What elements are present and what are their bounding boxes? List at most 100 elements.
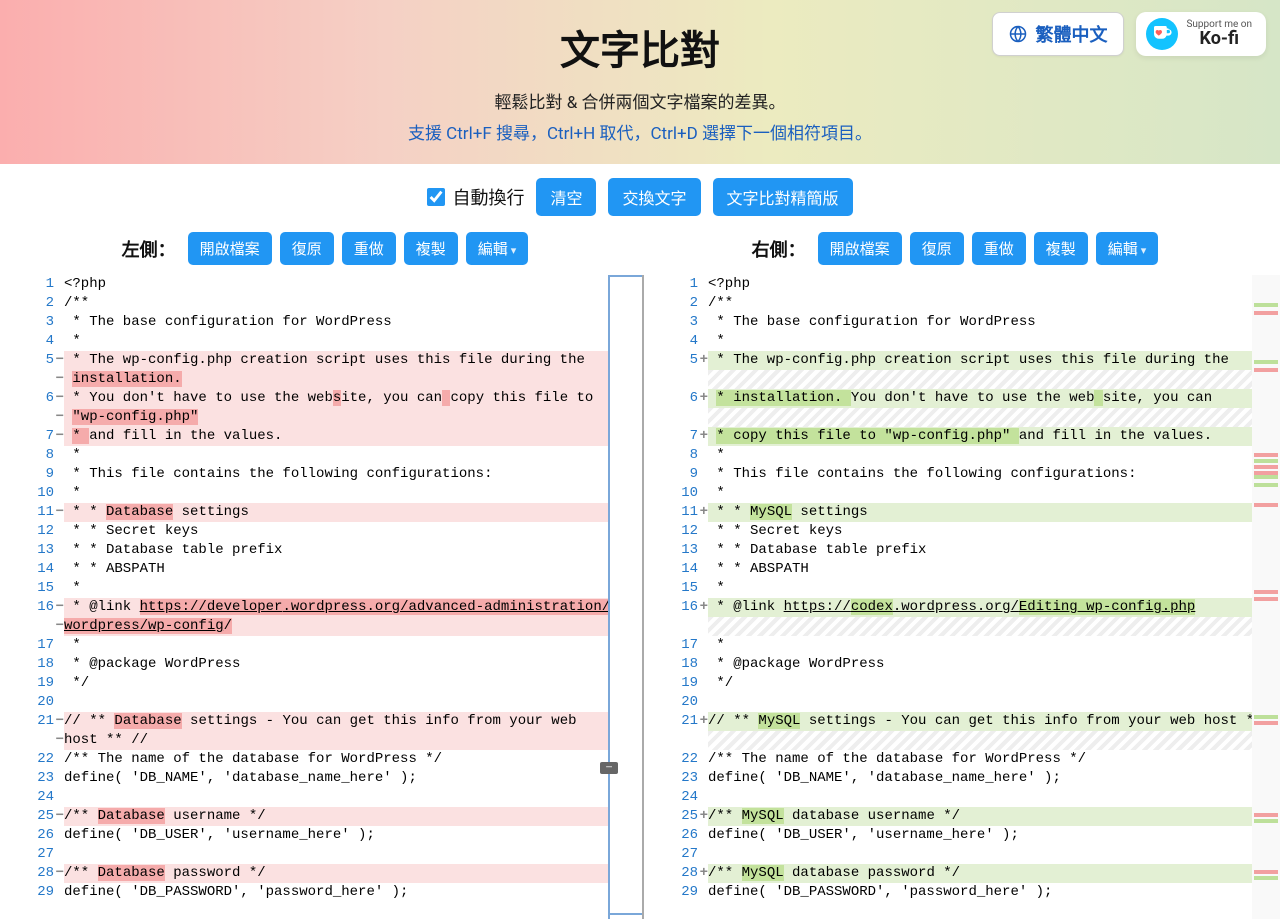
- kofi-button[interactable]: Support me on Ko-fi: [1136, 12, 1266, 56]
- line-number: 22: [644, 750, 698, 769]
- globe-icon: [1009, 25, 1027, 43]
- line-number: 26: [644, 826, 698, 845]
- line-number: 13: [644, 541, 698, 560]
- code-line: // ** Database settings - You can get th…: [64, 712, 608, 731]
- left-redo-button[interactable]: 重做: [342, 232, 396, 265]
- code-line: * * Database table prefix: [64, 541, 608, 560]
- diff-container: 1234567891011121314151617181920212223242…: [0, 275, 1280, 919]
- minimap-mark: [1254, 453, 1278, 457]
- page-subtitle: 輕鬆比對 & 合併兩個文字檔案的差異。: [20, 88, 1260, 113]
- line-number: 21: [644, 712, 698, 731]
- code-line: /** Database password */: [64, 864, 608, 883]
- line-number: 22: [0, 750, 54, 769]
- code-line: [64, 693, 608, 712]
- left-label: 左側：: [122, 236, 176, 262]
- right-edit-dropdown[interactable]: 編輯: [1096, 232, 1159, 265]
- right-copy-button[interactable]: 複製: [1034, 232, 1088, 265]
- line-number: 11: [0, 503, 54, 522]
- merge-arrow-icon[interactable]: —: [600, 762, 618, 774]
- language-button[interactable]: 繁體中文: [992, 12, 1124, 56]
- line-number: 1: [644, 275, 698, 294]
- code-line: * installation. You don't have to use th…: [708, 389, 1252, 408]
- page-hint: 支援 Ctrl+F 搜尋，Ctrl+H 取代，Ctrl+D 選擇下一個相符項目。: [20, 119, 1260, 144]
- minimap-mark: [1254, 715, 1278, 719]
- line-number: 3: [644, 313, 698, 332]
- code-line: * The wp-config.php creation script uses…: [64, 351, 608, 370]
- line-number: [0, 370, 54, 389]
- code-line: installation.: [64, 370, 608, 389]
- line-number: 1: [0, 275, 54, 294]
- code-line: *: [64, 332, 608, 351]
- minimap-mark: [1254, 819, 1278, 823]
- line-number: [0, 408, 54, 427]
- wrap-checkbox-label[interactable]: 自動換行: [427, 184, 524, 210]
- line-number: 3: [0, 313, 54, 332]
- minimap-mark: [1254, 360, 1278, 364]
- left-copy-button[interactable]: 複製: [404, 232, 458, 265]
- line-number: 10: [644, 484, 698, 503]
- app-header: 繁體中文 Support me on Ko-fi 文字比對 輕鬆比對 & 合併兩…: [0, 0, 1280, 164]
- line-number: 25: [0, 807, 54, 826]
- line-number: 11: [644, 503, 698, 522]
- panes-header: 左側： 開啟檔案 復原 重做 複製 編輯 右側： 開啟檔案 復原 重做 複製 編…: [0, 224, 1280, 275]
- code-line: [708, 617, 1252, 636]
- right-redo-button[interactable]: 重做: [972, 232, 1026, 265]
- minimap[interactable]: [1252, 275, 1280, 919]
- swap-button[interactable]: 交換文字: [608, 178, 700, 216]
- code-line: *: [64, 484, 608, 503]
- code-line: /** The name of the database for WordPre…: [708, 750, 1252, 769]
- code-line: * @package WordPress: [708, 655, 1252, 674]
- wrap-checkbox[interactable]: [427, 188, 445, 206]
- code-line: * The wp-config.php creation script uses…: [708, 351, 1252, 370]
- line-number: 16: [644, 598, 698, 617]
- line-number: [0, 731, 54, 750]
- code-line: // ** MySQL settings - You can get this …: [708, 712, 1252, 731]
- code-line: define( 'DB_NAME', 'database_name_here' …: [708, 769, 1252, 788]
- code-line: define( 'DB_NAME', 'database_name_here' …: [64, 769, 608, 788]
- line-number: 26: [0, 826, 54, 845]
- merge-gutter: —: [608, 275, 644, 919]
- line-number: 8: [0, 446, 54, 465]
- minimap-mark: [1254, 870, 1278, 874]
- line-number: 2: [644, 294, 698, 313]
- code-line: wordpress/wp-config/: [64, 617, 608, 636]
- code-line: * This file contains the following confi…: [708, 465, 1252, 484]
- line-number: [644, 370, 698, 389]
- line-number: 27: [644, 845, 698, 864]
- code-line: * This file contains the following confi…: [64, 465, 608, 484]
- line-number: 17: [644, 636, 698, 655]
- code-line: define( 'DB_USER', 'username_here' );: [708, 826, 1252, 845]
- code-line: *: [708, 332, 1252, 351]
- line-number: 20: [0, 693, 54, 712]
- left-pane[interactable]: 1234567891011121314151617181920212223242…: [0, 275, 608, 919]
- lite-button[interactable]: 文字比對精簡版: [713, 178, 853, 216]
- line-number: 15: [644, 579, 698, 598]
- right-pane[interactable]: 1234567891011121314151617181920212223242…: [644, 275, 1252, 919]
- line-number: [644, 617, 698, 636]
- code-line: */: [64, 674, 608, 693]
- code-line: /**: [64, 294, 608, 313]
- code-line: *: [64, 446, 608, 465]
- right-undo-button[interactable]: 復原: [910, 232, 964, 265]
- code-line: [708, 731, 1252, 750]
- code-line: /** MySQL database username */: [708, 807, 1252, 826]
- left-undo-button[interactable]: 復原: [280, 232, 334, 265]
- clear-button[interactable]: 清空: [536, 178, 596, 216]
- code-line: /** Database username */: [64, 807, 608, 826]
- code-line: * * Secret keys: [708, 522, 1252, 541]
- kofi-big-text: Ko-fi: [1186, 30, 1252, 48]
- left-open-button[interactable]: 開啟檔案: [188, 232, 272, 265]
- line-number: 24: [644, 788, 698, 807]
- code-line: * @link https://developer.wordpress.org/…: [64, 598, 608, 617]
- line-number: 7: [0, 427, 54, 446]
- line-number: 20: [644, 693, 698, 712]
- code-line: define( 'DB_PASSWORD', 'password_here' )…: [708, 883, 1252, 902]
- right-pane-header: 右側： 開啟檔案 復原 重做 複製 編輯: [640, 232, 1270, 265]
- language-label: 繁體中文: [1035, 21, 1107, 47]
- line-number: 12: [0, 522, 54, 541]
- right-open-button[interactable]: 開啟檔案: [818, 232, 902, 265]
- line-number: 12: [644, 522, 698, 541]
- line-number: [644, 408, 698, 427]
- code-line: * @package WordPress: [64, 655, 608, 674]
- left-edit-dropdown[interactable]: 編輯: [466, 232, 529, 265]
